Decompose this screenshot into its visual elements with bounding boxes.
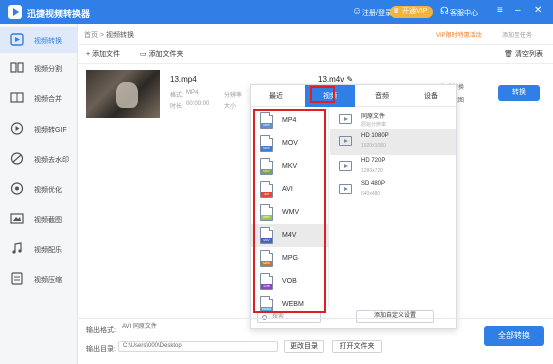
menu-icon[interactable]: ≡: [497, 5, 503, 16]
video-merge-icon: [10, 92, 24, 103]
video-file-icon: [339, 114, 352, 124]
add-folder-label: 添加文件夹: [148, 51, 184, 58]
output-name-text: 13.m4v: [318, 75, 345, 84]
title-bar: 迅捷视频转换器 ☺ 注册/登录 开通VIP ☊ 客服中心 ≡ – ✕: [0, 0, 553, 24]
add-file-button[interactable]: + 添加文件: [86, 49, 120, 59]
optimize-icon: [10, 182, 24, 195]
music-icon: [12, 242, 22, 254]
resolution-subtitle: 640x480: [361, 191, 381, 197]
video-file-icon: [339, 161, 352, 171]
duration-label: 时长:: [170, 104, 184, 110]
toolbar: + 添加文件 ▭ 添加文件夹 🗑 清空列表: [78, 44, 553, 64]
promo-link[interactable]: VIP限时特惠活动: [436, 30, 482, 39]
output-dir-label: 输出目录:: [86, 346, 116, 353]
video-tab-highlight: [310, 86, 335, 103]
sidebar-item-gif[interactable]: 视频转GIF: [0, 116, 78, 142]
sidebar-item-screenshot[interactable]: 视频截图: [0, 206, 78, 232]
size-label: 大小: [224, 104, 237, 110]
breadcrumb-separator: >: [98, 32, 106, 39]
file-name: 13.mp4: [170, 75, 197, 84]
bottom-bar: 输出格式: AVI 同原文件 输出目录: C:\Users\000\Deskto…: [78, 318, 553, 364]
help-center-link[interactable]: 客服中心: [450, 8, 478, 18]
sidebar-item-label: 视频合并: [34, 96, 62, 103]
open-folder-button[interactable]: 打开文件夹: [332, 340, 382, 353]
video-convert-icon: [10, 33, 24, 46]
sidebar-item-label: 视频优化: [34, 187, 62, 194]
sidebar-item-watermark[interactable]: 视频去水印: [0, 146, 78, 172]
watermark-icon: [10, 152, 24, 165]
resolution-subtitle: 原始分辨率: [361, 122, 387, 128]
clear-list-button[interactable]: 🗑 清空列表: [504, 49, 543, 59]
convert-button[interactable]: 转换: [498, 85, 540, 101]
resolution-item-480p[interactable]: SD 480P 640x480: [330, 177, 456, 203]
screenshot-icon: [10, 213, 24, 224]
duration-value: 00:00:00: [186, 101, 210, 107]
resolution-subtitle: 1280x720: [361, 168, 383, 174]
tab-recent[interactable]: 最近: [251, 85, 301, 107]
vip-button[interactable]: 开通VIP: [390, 6, 434, 18]
resolution-subtitle: 1920x1080: [361, 143, 386, 149]
compress-icon: [11, 272, 23, 285]
resolution-title: SD 480P: [361, 181, 386, 187]
breadcrumb-home[interactable]: 首页: [84, 32, 98, 39]
sidebar-item-label: 视频分割: [34, 66, 62, 73]
sidebar-item-music[interactable]: 视频配乐: [0, 236, 78, 262]
login-link[interactable]: 注册/登录: [362, 8, 392, 18]
tab-audio[interactable]: 音频: [357, 85, 407, 107]
tab-device[interactable]: 设备: [406, 85, 456, 107]
video-split-icon: [10, 62, 24, 73]
video-thumbnail: [86, 70, 160, 118]
sidebar-item-compress[interactable]: 视频压缩: [0, 266, 78, 292]
convert-all-button[interactable]: 全部转换: [484, 326, 544, 346]
resolution-title: HD 720P: [361, 158, 386, 164]
sidebar-item-split[interactable]: 视频分割: [0, 55, 78, 81]
format-value: MP4: [186, 90, 199, 96]
sidebar-item-label: 视频转换: [34, 38, 62, 45]
sidebar-item-label: 视频去水印: [34, 157, 69, 164]
format-list-highlight: [253, 109, 326, 313]
app-logo-icon: [8, 5, 22, 19]
format-tabs: 最近 视频 音频 设备: [251, 85, 456, 107]
change-dir-button[interactable]: 更改目录: [284, 340, 324, 353]
sidebar-item-label: 视频压缩: [34, 277, 62, 284]
trash-icon: 🗑: [504, 51, 515, 58]
breadcrumb: 首页 > 视频转换: [84, 30, 134, 40]
sidebar-item-optimize[interactable]: 视频优化: [0, 176, 78, 202]
resolution-title: HD 1080P: [361, 133, 389, 139]
output-dir-field[interactable]: C:\Users\000\Desktop: [118, 341, 278, 352]
user-icon[interactable]: ☺: [352, 6, 362, 17]
resolution-label: 分辨率: [224, 93, 243, 99]
app-title: 迅捷视频转换器: [27, 9, 91, 19]
headset-icon[interactable]: ☊: [440, 6, 449, 17]
add-folder-button[interactable]: ▭ 添加文件夹: [140, 49, 184, 59]
minimize-icon[interactable]: –: [515, 5, 521, 16]
folder-icon: ▭: [140, 51, 149, 58]
sidebar-item-convert[interactable]: 视频转换: [0, 27, 78, 53]
clear-list-label: 清空列表: [515, 51, 543, 58]
video-file-icon: [339, 184, 352, 194]
sidebar-item-label: 视频配乐: [34, 247, 62, 254]
breadcrumb-current: 视频转换: [105, 32, 134, 39]
gif-icon: [10, 122, 24, 135]
output-format-field[interactable]: AVI 同原文件: [118, 323, 238, 334]
sidebar: 视频转换 视频分割 视频合并 视频转GIF 视频去水印 视频优化 视频截图 视频…: [0, 24, 78, 364]
format-label: 格式:: [170, 93, 184, 99]
sidebar-item-label: 视频截图: [34, 217, 62, 224]
video-file-icon: [339, 136, 352, 146]
edit-pencil-icon[interactable]: ✎: [344, 75, 353, 84]
close-icon[interactable]: ✕: [534, 5, 542, 16]
sidebar-item-label: 视频转GIF: [34, 127, 67, 134]
output-format-label: 输出格式:: [86, 327, 116, 334]
add-to-task-link[interactable]: 添加至任务: [502, 30, 532, 39]
resolution-list: 同原文件 原始分辨率 HD 1080P 1920x1080 HD 720P 12…: [330, 107, 456, 307]
resolution-item-1080p[interactable]: HD 1080P 1920x1080: [330, 129, 456, 155]
sidebar-item-merge[interactable]: 视频合并: [0, 85, 78, 111]
resolution-title: 同原文件: [361, 114, 386, 120]
output-file-name[interactable]: 13.m4v ✎: [318, 75, 353, 84]
